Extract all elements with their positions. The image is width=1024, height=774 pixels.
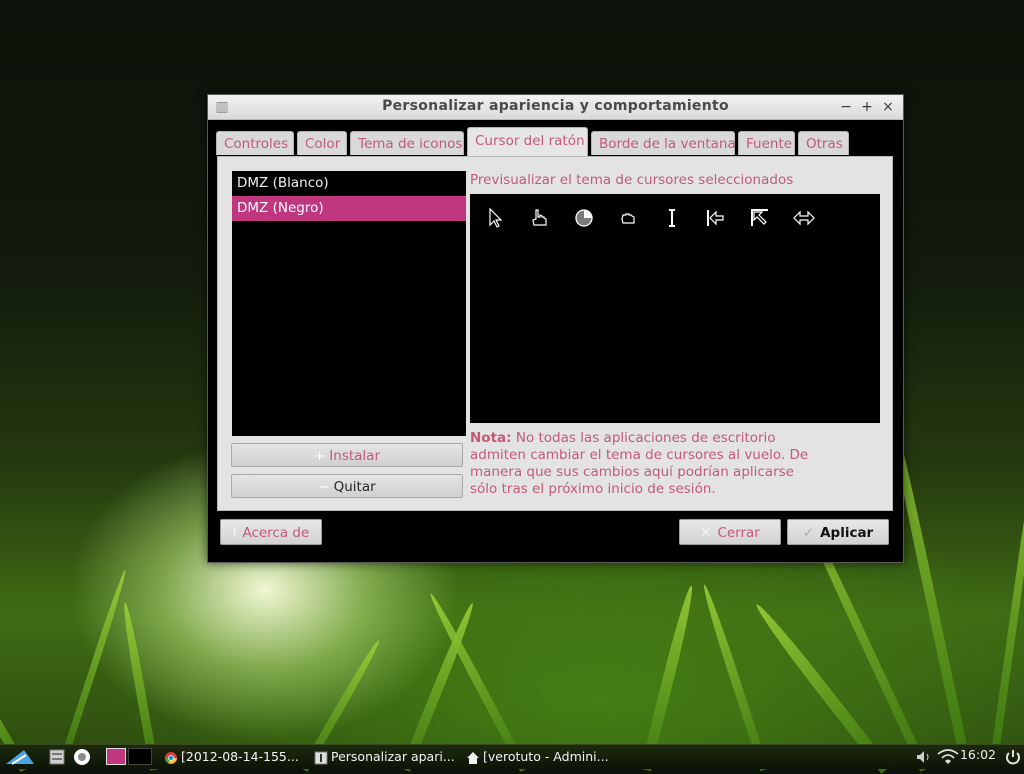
tab-color[interactable]: Color	[297, 131, 347, 155]
install-button[interactable]: + Instalar	[231, 443, 463, 467]
about-button[interactable]: i Acerca de	[220, 519, 322, 545]
cursor-preview-area	[470, 194, 880, 423]
close-button[interactable]: ✕ Cerrar	[679, 519, 781, 545]
task-label: [verotuto - Admini...	[483, 749, 609, 764]
wifi-icon[interactable]	[936, 747, 960, 767]
window-title: Personalizar apariencia y comportamiento	[382, 98, 729, 114]
close-icon: ✕	[700, 525, 712, 541]
home-icon	[467, 751, 479, 764]
list-item[interactable]: DMZ (Blanco)	[232, 171, 466, 196]
task-label: Personalizar apari...	[331, 749, 455, 764]
minus-icon: −	[318, 479, 330, 495]
volume-icon[interactable]	[914, 747, 934, 767]
hand-pointer-cursor-icon	[532, 209, 547, 226]
note-body: No todas las aplicaciones de escritorio …	[470, 430, 809, 497]
tab-controles[interactable]: Controles	[216, 131, 294, 155]
task-label: [2012-08-14-155...	[181, 749, 299, 764]
checkmark-icon: ✓	[802, 525, 815, 541]
workspace-1-icon[interactable]	[106, 748, 126, 765]
apply-label: Aplicar	[820, 525, 874, 541]
remove-label: Quitar	[333, 479, 376, 495]
preview-label: Previsualizar el tema de cursores selecc…	[470, 172, 794, 188]
tab-fuente[interactable]: Fuente	[738, 131, 795, 155]
settings-icon	[314, 751, 328, 764]
taskbar-task-home[interactable]: [verotuto - Admini...	[466, 746, 610, 768]
info-icon: i	[232, 525, 237, 541]
browser-icon[interactable]	[72, 747, 92, 767]
tab-borde-de-la-ventana[interactable]: Borde de la ventana	[591, 131, 736, 155]
arrow-cursor-icon	[489, 207, 503, 228]
install-label: Instalar	[329, 448, 381, 464]
file-manager-icon[interactable]	[47, 747, 67, 767]
clock[interactable]: 16:02	[960, 747, 996, 762]
apply-button[interactable]: ✓ Aplicar	[787, 519, 889, 545]
window-titlebar[interactable]: ▥ Personalizar apariencia y comportamien…	[208, 95, 903, 120]
list-item[interactable]: DMZ (Negro)	[232, 196, 466, 221]
cursor-tab-panel: DMZ (Blanco) DMZ (Negro) + Instalar − Quit…	[217, 156, 893, 511]
minimize-button[interactable]: −	[837, 98, 855, 116]
chrome-icon	[164, 751, 177, 764]
grab-cursor-icon	[621, 213, 635, 224]
tab-cursor-del-raton[interactable]: Cursor del ratón	[467, 127, 588, 156]
horizontal-resize-cursor-icon	[793, 210, 815, 226]
about-label: Acerca de	[242, 525, 310, 541]
start-menu-icon[interactable]	[4, 747, 38, 767]
plus-icon: +	[313, 448, 326, 464]
close-label: Cerrar	[717, 525, 760, 541]
taskbar-task-chrome[interactable]: [2012-08-14-155...	[164, 746, 306, 768]
maximize-button[interactable]: +	[858, 98, 876, 116]
tab-otras[interactable]: Otras	[798, 131, 849, 155]
taskbar-task-appearance[interactable]: Personalizar apari...	[314, 746, 456, 768]
busy-cursor-icon	[575, 209, 593, 227]
tab-tema-de-iconos[interactable]: Tema de iconos	[350, 131, 464, 155]
cursor-theme-list[interactable]: DMZ (Blanco) DMZ (Negro)	[232, 171, 466, 436]
text-ibeam-cursor-icon	[669, 209, 675, 227]
workspace-2-icon[interactable]	[128, 748, 152, 765]
note-text: Nota: No todas las aplicaciones de escri…	[470, 430, 810, 498]
appearance-settings-window: ▥ Personalizar apariencia y comportamien…	[207, 94, 904, 563]
power-icon[interactable]	[1003, 747, 1023, 767]
note-prefix: Nota:	[470, 430, 512, 446]
top-left-corner-resize-cursor-icon	[751, 209, 768, 226]
close-window-button[interactable]: ×	[879, 98, 897, 116]
left-side-resize-cursor-icon	[707, 210, 724, 226]
remove-button[interactable]: − Quitar	[231, 474, 463, 498]
taskbar: [2012-08-14-155... Personalizar apari...…	[0, 744, 1024, 769]
